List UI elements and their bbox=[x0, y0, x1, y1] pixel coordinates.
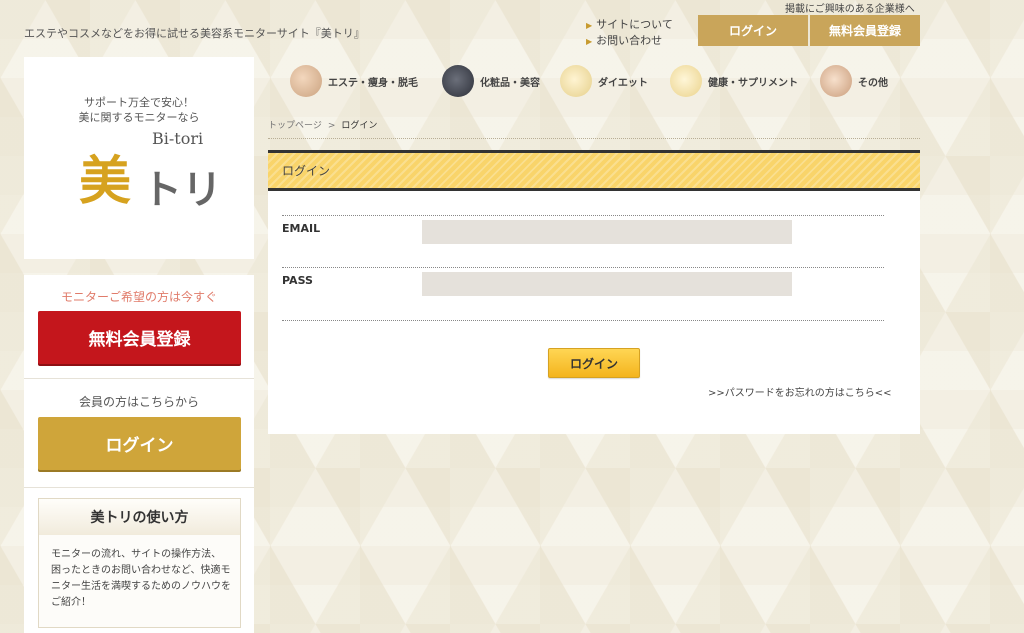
email-field[interactable] bbox=[422, 220, 792, 244]
cosmetics-icon bbox=[442, 65, 474, 97]
divider bbox=[282, 215, 884, 216]
breadcrumb-current: ログイン bbox=[341, 121, 378, 131]
logo-card[interactable]: サポート万全で安心！ 美に関するモニターなら Bi-tori 美 トリ bbox=[24, 57, 254, 259]
site-tagline: エステやコスメなどをお得に試せる美容系モニターサイト『美トリ』 bbox=[24, 27, 365, 40]
about-link[interactable]: ▶ サイトについて bbox=[586, 16, 673, 32]
divider bbox=[268, 138, 920, 139]
logo-kana: トリ bbox=[142, 166, 222, 213]
arrow-right-icon: ▶ bbox=[586, 37, 593, 46]
header-register-button[interactable]: 無料会員登録 bbox=[810, 15, 920, 46]
about-link-label: サイトについて bbox=[596, 18, 673, 31]
divider bbox=[282, 267, 884, 268]
category-label: 健康・サプリメント bbox=[708, 77, 798, 89]
member-prompt: モニターご希望の方は今すぐ bbox=[60, 290, 217, 304]
email-label: EMAIL bbox=[282, 222, 321, 235]
login-heading: ログイン bbox=[268, 150, 920, 191]
esthe-icon bbox=[290, 65, 322, 97]
logo-subtitle: サポート万全で安心！ bbox=[84, 96, 194, 109]
sidebar-login-button[interactable]: ログイン bbox=[38, 417, 241, 470]
divider bbox=[282, 320, 884, 321]
other-icon bbox=[820, 65, 852, 97]
breadcrumb-separator: > bbox=[327, 121, 336, 131]
category-label: その他 bbox=[858, 77, 888, 89]
logo-subtitle: 美に関するモニターなら bbox=[78, 111, 200, 124]
logo-romaji: Bi-tori bbox=[152, 129, 204, 148]
header-login-button[interactable]: ログイン bbox=[698, 15, 808, 46]
howto-box[interactable]: 美トリの使い方 モニターの流れ、サイトの操作方法、困ったときのお問い合わせなど、… bbox=[38, 498, 241, 628]
arrow-right-icon: ▶ bbox=[586, 21, 593, 30]
pass-label: PASS bbox=[282, 274, 313, 287]
divider bbox=[24, 378, 254, 379]
howto-title: 美トリの使い方 bbox=[39, 499, 240, 535]
member-note: 会員の方はこちらから bbox=[78, 395, 199, 409]
divider bbox=[24, 487, 254, 488]
contact-link[interactable]: ▶ お問い合わせ bbox=[586, 32, 662, 48]
advertiser-link[interactable]: 掲載にご興味のある企業様へ bbox=[785, 0, 915, 15]
supplement-icon bbox=[670, 65, 702, 97]
howto-text: モニターの流れ、サイトの操作方法、困ったときのお問い合わせなど、快適モニター生活… bbox=[51, 549, 231, 608]
password-field[interactable] bbox=[422, 272, 792, 296]
sidebar-register-button[interactable]: 無料会員登録 bbox=[38, 311, 241, 364]
category-label: ダイエット bbox=[598, 77, 648, 89]
category-cosmetics[interactable]: 化粧品・美容 bbox=[442, 63, 540, 99]
category-esthe[interactable]: エステ・痩身・脱毛 bbox=[290, 63, 418, 99]
login-submit-button[interactable]: ログイン bbox=[548, 348, 640, 378]
contact-link-label: お問い合わせ bbox=[596, 34, 663, 47]
category-diet[interactable]: ダイエット bbox=[560, 63, 648, 99]
forgot-password-link[interactable]: >>パスワードをお忘れの方はこちら<< bbox=[708, 384, 892, 399]
breadcrumb: トップページ > ログイン bbox=[268, 118, 377, 131]
category-other[interactable]: その他 bbox=[820, 63, 888, 99]
diet-icon bbox=[560, 65, 592, 97]
logo-kanji: 美 bbox=[79, 151, 132, 212]
category-supplement[interactable]: 健康・サプリメント bbox=[670, 63, 798, 99]
member-card: モニターご希望の方は今すぐ 無料会員登録 会員の方はこちらから ログイン 美トリ… bbox=[24, 275, 254, 633]
breadcrumb-top-link[interactable]: トップページ bbox=[268, 121, 322, 131]
login-panel: ログイン EMAIL PASS ログイン >>パスワードをお忘れの方はこちら<< bbox=[268, 150, 920, 434]
category-label: 化粧品・美容 bbox=[480, 77, 540, 89]
category-label: エステ・痩身・脱毛 bbox=[328, 77, 418, 89]
